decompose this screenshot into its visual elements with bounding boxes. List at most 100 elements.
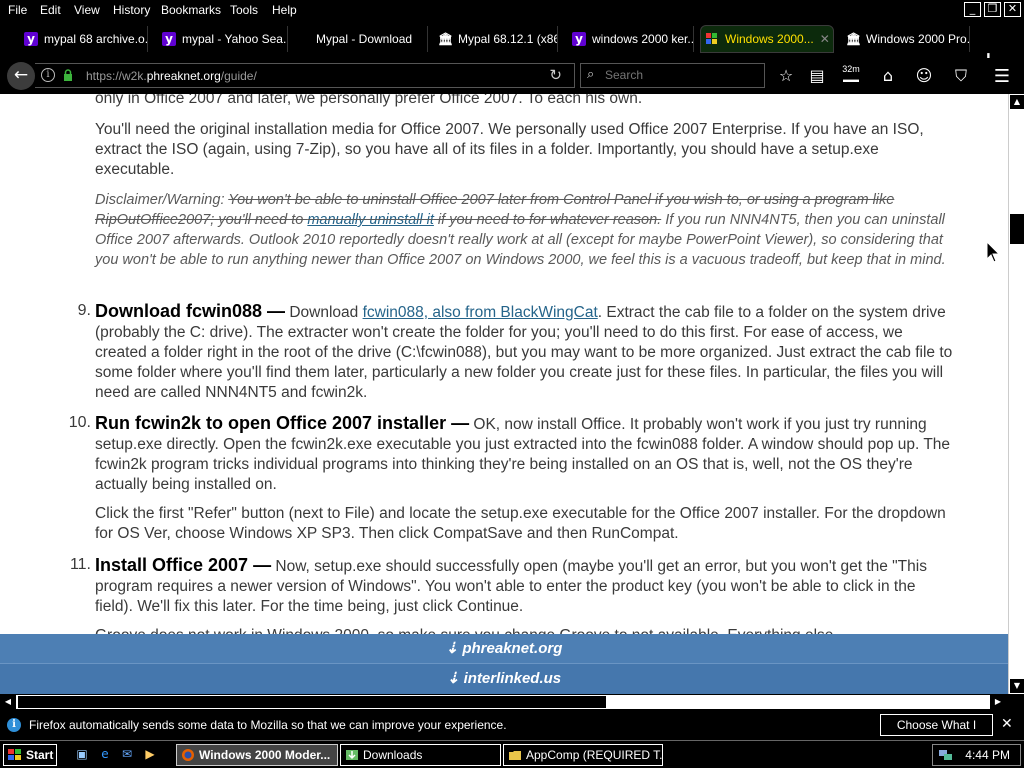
search-bar[interactable]: ⌕	[580, 63, 765, 88]
manual-uninstall-link[interactable]: manually uninstall it	[307, 212, 434, 228]
internet-explorer-icon[interactable]: e	[97, 746, 113, 762]
url-text: https://w2k.phreaknet.org/guide/	[86, 69, 257, 83]
network-icon[interactable]	[938, 748, 954, 762]
menu-help[interactable]: Help	[272, 3, 297, 17]
taskbar-item-appcomp[interactable]: AppComp (REQUIRED T...	[503, 744, 663, 766]
yahoo-icon: y	[162, 32, 176, 46]
reading-list-icon[interactable]: ▤	[806, 66, 828, 85]
search-icon: ⌕	[587, 67, 595, 82]
step-heading: Download fcwin088 —	[95, 301, 286, 321]
tab-title: Windows 2000...	[725, 32, 814, 46]
step-number: 11.	[69, 556, 91, 573]
page-content: only in Office 2007 and later, we person…	[0, 94, 1008, 634]
install-media-paragraph: You'll need the original installation me…	[95, 121, 924, 178]
close-notification-icon[interactable]: ✕	[1001, 716, 1013, 732]
taskbar: Start ▣ e ✉ ▶ Windows 2000 Moder... Down…	[0, 740, 1024, 768]
navigation-bar: ← i https://w2k.phreaknet.org/guide/ ↻ ⌕…	[0, 58, 1024, 94]
yahoo-icon: y	[24, 32, 38, 46]
media-icon[interactable]: ▶	[142, 746, 158, 762]
menu-bar: File Edit View History Bookmarks Tools H…	[0, 0, 1024, 20]
step-9: 9. Download fcwin088 — Download fcwin088,…	[78, 301, 955, 403]
system-tray: 4:44 PM	[932, 744, 1021, 766]
bookmark-star-icon[interactable]: ☆	[775, 66, 797, 85]
step-10-extra: Click the first "Refer" button (next to …	[95, 505, 946, 542]
bank-icon: 🏛	[846, 32, 862, 46]
close-tab-icon[interactable]: ✕	[820, 32, 830, 46]
menu-file[interactable]: File	[8, 3, 27, 17]
tab-bar: y mypal 68 archive.o... y mypal - Yahoo …	[0, 20, 1024, 71]
pocket-icon[interactable]: ⛉	[950, 66, 972, 86]
tab-title: Windows 2000 Pro...	[866, 32, 970, 46]
step-number: 10.	[68, 414, 91, 431]
menu-history[interactable]: History	[113, 3, 150, 17]
windows-flag-icon	[8, 749, 21, 760]
smiley-icon[interactable]: ☺	[913, 66, 935, 85]
search-input[interactable]	[605, 68, 755, 82]
close-window-button[interactable]: ✕	[1004, 2, 1021, 17]
yahoo-icon: y	[572, 32, 586, 46]
tab-title: mypal 68 archive.o...	[44, 32, 148, 46]
mouse-cursor	[986, 241, 1001, 263]
tab-mypal-download[interactable]: Mypal - Download	[296, 26, 428, 52]
menu-tools[interactable]: Tools	[230, 3, 258, 17]
tab-title: mypal - Yahoo Sea...	[182, 32, 288, 46]
scroll-up-arrow[interactable]: ▲	[1010, 95, 1024, 109]
step-10: 10. Run fcwin2k to open Office 2007 insta…	[69, 413, 955, 495]
phreaknet-footer-link[interactable]: ⇣ phreaknet.org	[0, 634, 1008, 664]
tab-windows-2000-active[interactable]: Windows 2000... ✕	[700, 25, 834, 53]
taskbar-item-firefox[interactable]: Windows 2000 Moder...	[176, 744, 338, 766]
tab-windows-2000-pro[interactable]: 🏛 Windows 2000 Pro...	[842, 26, 970, 52]
step-11: 11. Install Office 2007 — Now, setup.exe …	[70, 555, 955, 617]
url-bar[interactable]: i https://w2k.phreaknet.org/guide/ ↻	[35, 63, 575, 88]
reload-icon[interactable]: ↻	[549, 66, 562, 84]
start-button[interactable]: Start	[3, 744, 57, 766]
start-label: Start	[26, 748, 54, 762]
restore-button[interactable]: ❐	[984, 2, 1001, 17]
menu-bookmarks[interactable]: Bookmarks	[161, 3, 221, 17]
tab-title: Mypal - Download	[316, 32, 413, 46]
clock[interactable]: 4:44 PM	[965, 745, 1010, 765]
intro-line: only in Office 2007 and later, we person…	[95, 94, 643, 107]
menu-edit[interactable]: Edit	[40, 3, 61, 17]
show-desktop-icon[interactable]: ▣	[74, 746, 90, 762]
step-11-extra: Groove does not work in Windows 2000, so…	[95, 626, 955, 634]
menu-view[interactable]: View	[74, 3, 100, 17]
tab-mypal-archive[interactable]: y mypal 68 archive.o...	[20, 26, 148, 52]
timer-icon[interactable]: 32m ▬▬	[840, 64, 862, 84]
back-button[interactable]: ←	[7, 62, 35, 90]
scroll-down-arrow[interactable]: ▼	[1010, 679, 1024, 693]
fcwin088-link[interactable]: fcwin088, also from BlackWingCat	[363, 304, 598, 321]
bank-icon: 🏛	[438, 32, 454, 46]
taskbar-item-downloads[interactable]: Downloads	[340, 744, 501, 766]
step-heading: Install Office 2007 —	[95, 555, 272, 575]
tab-windows-2000-kernel[interactable]: y windows 2000 ker...	[568, 26, 694, 52]
notification-text: Firefox automatically sends some data to…	[29, 718, 507, 732]
choose-what-i-share-button[interactable]: Choose What I Share	[880, 714, 993, 752]
hamburger-menu-icon[interactable]: ☰	[991, 66, 1013, 87]
disclaimer-paragraph: Disclaimer/Warning: You won't be able to…	[95, 192, 946, 268]
info-icon[interactable]: i	[41, 68, 55, 82]
info-icon: i	[7, 718, 21, 732]
step-number: 9.	[77, 302, 91, 319]
scroll-right-arrow[interactable]: ▶	[991, 695, 1005, 709]
horizontal-scroll-thumb[interactable]	[18, 696, 606, 708]
vertical-scrollbar[interactable]: ▲ ▼	[1008, 94, 1024, 694]
tab-title: windows 2000 ker...	[592, 32, 694, 46]
minimize-button[interactable]: _	[964, 2, 981, 17]
interlinked-footer-link[interactable]: ⇣ interlinked.us	[0, 664, 1008, 694]
tab-mypal-yahoo-search[interactable]: y mypal - Yahoo Sea...	[158, 26, 288, 52]
tab-mypal-68[interactable]: 🏛 Mypal 68.12.1 (x86...	[434, 26, 558, 52]
horizontal-scrollbar[interactable]: ◀ ▶	[0, 694, 1024, 710]
notification-bar: i Firefox automatically sends some data …	[0, 710, 1024, 752]
scroll-left-arrow[interactable]: ◀	[1, 695, 15, 709]
home-icon[interactable]: ⌂	[877, 66, 899, 85]
firefox-icon	[182, 749, 194, 761]
lock-icon	[64, 69, 72, 81]
downloads-icon	[346, 750, 358, 760]
outlook-express-icon[interactable]: ✉	[119, 746, 135, 762]
step-heading: Run fcwin2k to open Office 2007 installe…	[95, 413, 470, 433]
folder-icon	[509, 751, 521, 760]
tab-title: Mypal 68.12.1 (x86...	[458, 32, 557, 46]
vertical-scroll-thumb[interactable]	[1010, 214, 1024, 244]
windows-icon	[705, 32, 719, 46]
